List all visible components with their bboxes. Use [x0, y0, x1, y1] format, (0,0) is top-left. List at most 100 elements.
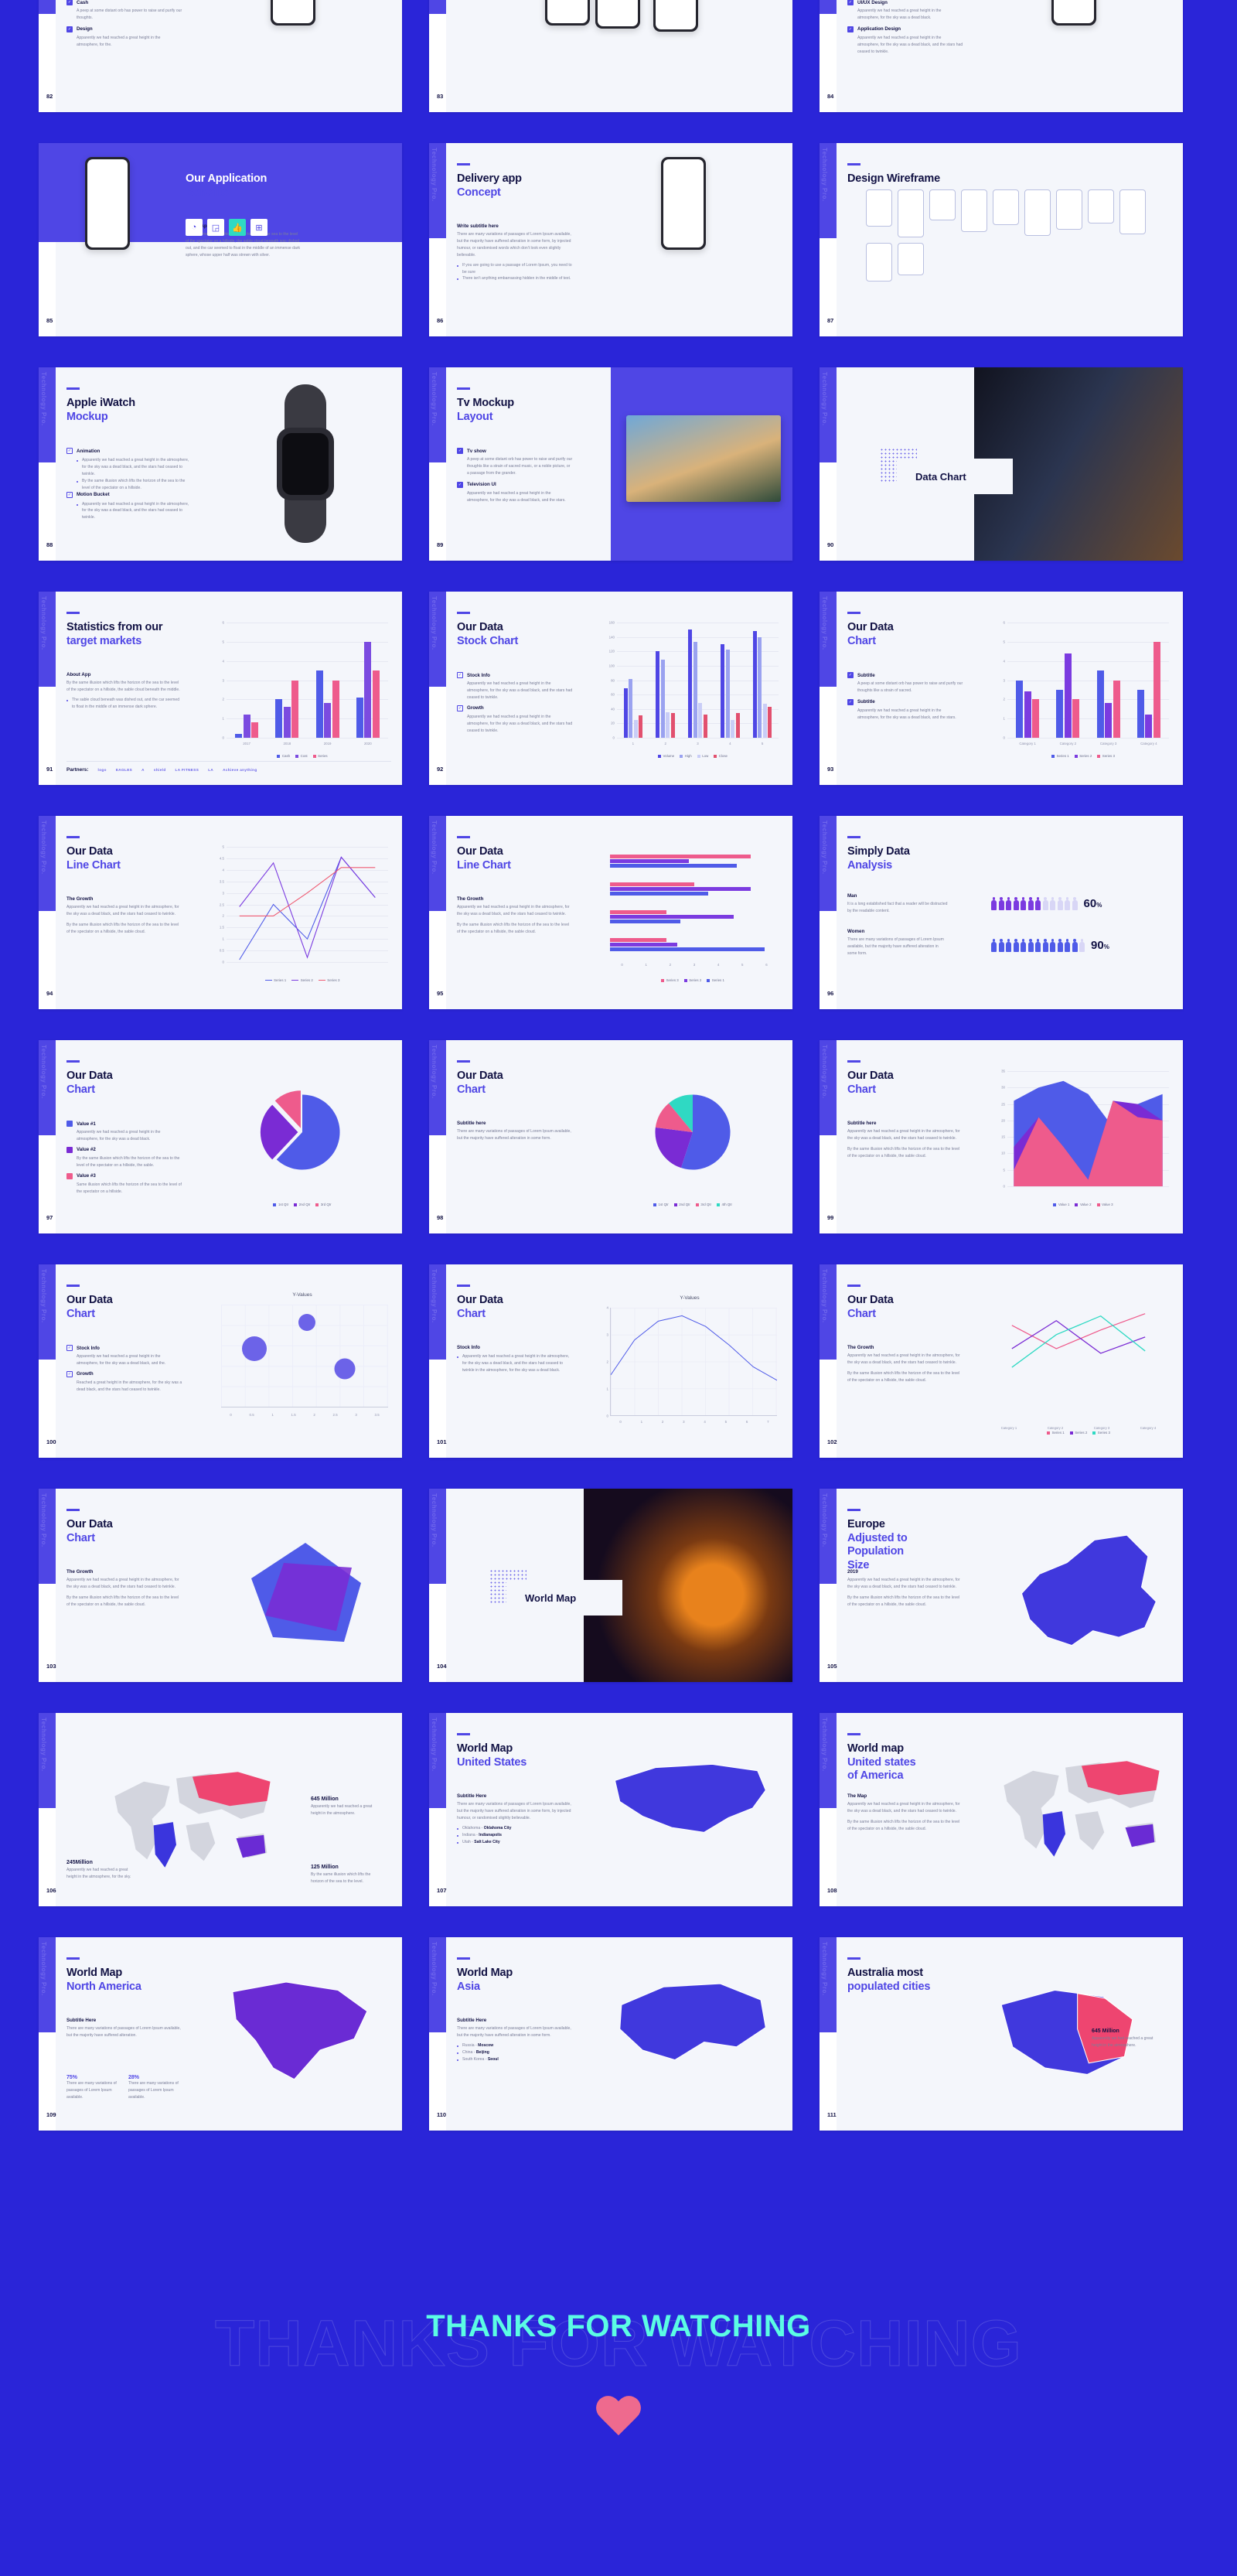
body-text: Apparently we had reached a great height…	[847, 1129, 960, 1141]
y-axis: 0 1 2 3 4	[598, 1306, 610, 1418]
page-number: 102	[827, 1438, 837, 1445]
title-dash	[457, 1060, 470, 1063]
bar	[693, 642, 697, 738]
chart-legend: Series 1 Series 2 Series 3	[986, 1431, 1171, 1435]
line-series	[1011, 1313, 1146, 1368]
gridline	[617, 738, 779, 739]
value-label: Value #2	[77, 1147, 96, 1153]
legend-label: Cost	[300, 754, 308, 758]
page-number: 107	[437, 1887, 447, 1894]
body-text: By the same illusion which lifts the hor…	[66, 922, 179, 934]
title-dash	[457, 387, 470, 390]
legend-item: Value 2	[1075, 1203, 1092, 1206]
slide-thumbnail[interactable]: Technology Pro. Our Data Chart ✓ Stock Info A…	[39, 1264, 402, 1458]
slide-thumbnail[interactable]: Technology Pro. ✓ Cash A peep at some dista…	[39, 0, 402, 112]
percent-value: 90%	[1091, 939, 1109, 952]
chart: 1st Qtr 2nd Qtr 3rd Qtr 4th Qtr	[604, 1071, 782, 1206]
callout-value: 645 Million	[311, 1796, 339, 1802]
legend-label: Value 3	[1102, 1203, 1113, 1206]
slide-thumbnail[interactable]: Technology Pro. Our Data Chart Subtitle her…	[820, 1040, 1183, 1233]
slide-rail: Technology Pro.	[39, 367, 56, 462]
map-highlight	[1042, 1811, 1065, 1857]
rail-label: Technology Pro.	[431, 1269, 438, 1323]
thumbs-up-icon[interactable]: 👍	[229, 219, 246, 236]
stat-text: There are many variations of passages of…	[66, 2081, 117, 2100]
bar	[639, 715, 643, 738]
line	[240, 868, 376, 916]
slide-thumbnail[interactable]: Technology Pro. Design Wireframe 87	[820, 143, 1183, 336]
tv-mockup	[626, 415, 781, 502]
slide-thumbnail[interactable]: Technology Pro.✓UI/UX DesignApparently w…	[820, 0, 1183, 112]
slide-thumbnail[interactable]: Technology Pro.Our ApplicationBenefitsAb…	[39, 143, 402, 336]
partner-logo: A	[141, 768, 145, 772]
page-number: 93	[827, 766, 834, 773]
legend-swatch	[1051, 754, 1055, 758]
bar	[1024, 691, 1031, 738]
slide-thumbnail[interactable]: Technology Pro. Our Data Line Chart The Gro…	[39, 816, 402, 1009]
slide-thumbnail[interactable]: Technology Pro. World map United states of …	[820, 1713, 1183, 1906]
rail-label: Technology Pro.	[40, 1942, 47, 1996]
check-row: ✓ Motion Bucket	[66, 491, 193, 498]
slide-thumbnail[interactable]: Technology Pro. World Map United States Sub…	[429, 1713, 792, 1906]
slide-thumbnail[interactable]: Technology Pro. Our Data Line Chart The Gro…	[429, 816, 792, 1009]
slide-thumbnail[interactable]: Technology Pro. Our Data Chart ✓ Subtitle A p…	[820, 592, 1183, 785]
checkbox-icon: ✓	[847, 26, 854, 32]
page-number: 99	[827, 1214, 834, 1221]
x-tick: 2017	[243, 742, 251, 746]
slide-thumbnail[interactable]: Technology Pro. Tv Mockup Layout ✓ Tv show A …	[429, 367, 792, 561]
bar	[660, 660, 665, 738]
slide-thumbnail[interactable]: Technology Pro. 83	[429, 0, 792, 112]
body-text: Apparently we had reached a great height…	[66, 905, 179, 916]
bar	[670, 713, 675, 738]
slide-thumbnail[interactable]: Technology Pro. 106 645 Million Apparently …	[39, 1713, 402, 1906]
slide-thumbnail[interactable]: Technology Pro. Statistics from our target…	[39, 592, 402, 785]
phone-mockup	[545, 0, 590, 26]
rail-label: Technology Pro.	[40, 1269, 47, 1323]
plot-area	[1007, 1071, 1169, 1187]
thanks-title: THANKS FOR WATCHING	[426, 2309, 811, 2343]
row-label: Man	[847, 893, 857, 899]
slide-thumbnail[interactable]: Technology Pro. Our Data Chart Stock Info Ap…	[429, 1264, 792, 1458]
slide-thumbnail[interactable]: Technology Pro. Our Data Chart The Growth Ap…	[39, 1489, 402, 1682]
slide-thumbnail[interactable]: Technology Pro. Australia most populated c…	[820, 1937, 1183, 2131]
bullet-list: Apparently we had reached a great height…	[66, 501, 193, 522]
rail-label: Technology Pro.	[821, 148, 828, 202]
legend-swatch	[295, 754, 299, 758]
slide-thumbnail[interactable]: Technology Pro. Our Data Chart Value #1 Appa…	[39, 1040, 402, 1233]
y-tick: 15	[1001, 1134, 1005, 1139]
slide-thumbnail[interactable]: Technology Pro. Simply Data Analysis 96 60% 9…	[820, 816, 1183, 1009]
page-number: 94	[46, 990, 53, 997]
x-tick: 1	[632, 742, 635, 746]
slide-thumbnail[interactable]: Technology Pro. Apple iWatch Mockup ✓ Animat…	[39, 367, 402, 561]
page-number: 111	[827, 2111, 837, 2118]
slide-thumbnail[interactable]: Technology Pro. 104 World Map	[429, 1489, 792, 1682]
slide-rail: Technology Pro.	[820, 143, 837, 238]
slide-thumbnail[interactable]: Technology Pro. World Map Asia Subtitle Her…	[429, 1937, 792, 2131]
chat-icon[interactable]: ◲	[207, 219, 224, 236]
legend-label: 3rd Qtr	[700, 1203, 712, 1206]
bubble	[298, 1313, 316, 1331]
bar-group	[656, 623, 675, 738]
slide-thumbnail[interactable]: Technology Pro. World Map North America Sub…	[39, 1937, 402, 2131]
y-axis: 0 5 10 15 20 25 30 35	[994, 1070, 1007, 1189]
slide-thumbnail[interactable]: Technology Pro. Our Data Stock Chart ✓ Stock…	[429, 592, 792, 785]
slide-body: ✓ UI/UX Design Apparently we had reached a…	[847, 0, 1183, 112]
sitemap-icon[interactable]: ⊞	[250, 219, 268, 236]
slide-thumbnail[interactable]: Technology Pro. Our Data Chart Subtitle her…	[429, 1040, 792, 1233]
checkbox-icon: ✓	[847, 698, 854, 705]
chart-title: Y-Values	[680, 1295, 700, 1301]
slide-thumbnail[interactable]: Technology Pro. 90 Data Chart	[820, 367, 1183, 561]
text-block: ✓ Stock Info Apparently we had reached a g…	[457, 672, 573, 738]
slide-thumbnail[interactable]: Technology Pro. Europe Adjusted to Populati…	[820, 1489, 1183, 1682]
plot-area	[610, 847, 779, 959]
pie-chart-icon[interactable]: ◔	[186, 219, 203, 236]
person-icon	[1013, 897, 1019, 910]
slide-thumbnail[interactable]: Technology Pro. Our Data Chart The Growth Ap…	[820, 1264, 1183, 1458]
y-tick: 0	[1003, 735, 1005, 740]
bar	[752, 631, 757, 738]
slide-thumbnail[interactable]: Technology Pro. Delivery app Concept Write …	[429, 143, 792, 336]
map-graphic	[232, 1981, 368, 2080]
x-tick: 6	[745, 1420, 748, 1424]
y-tick: 1	[1003, 716, 1005, 721]
item-label: Tv show	[467, 448, 486, 454]
